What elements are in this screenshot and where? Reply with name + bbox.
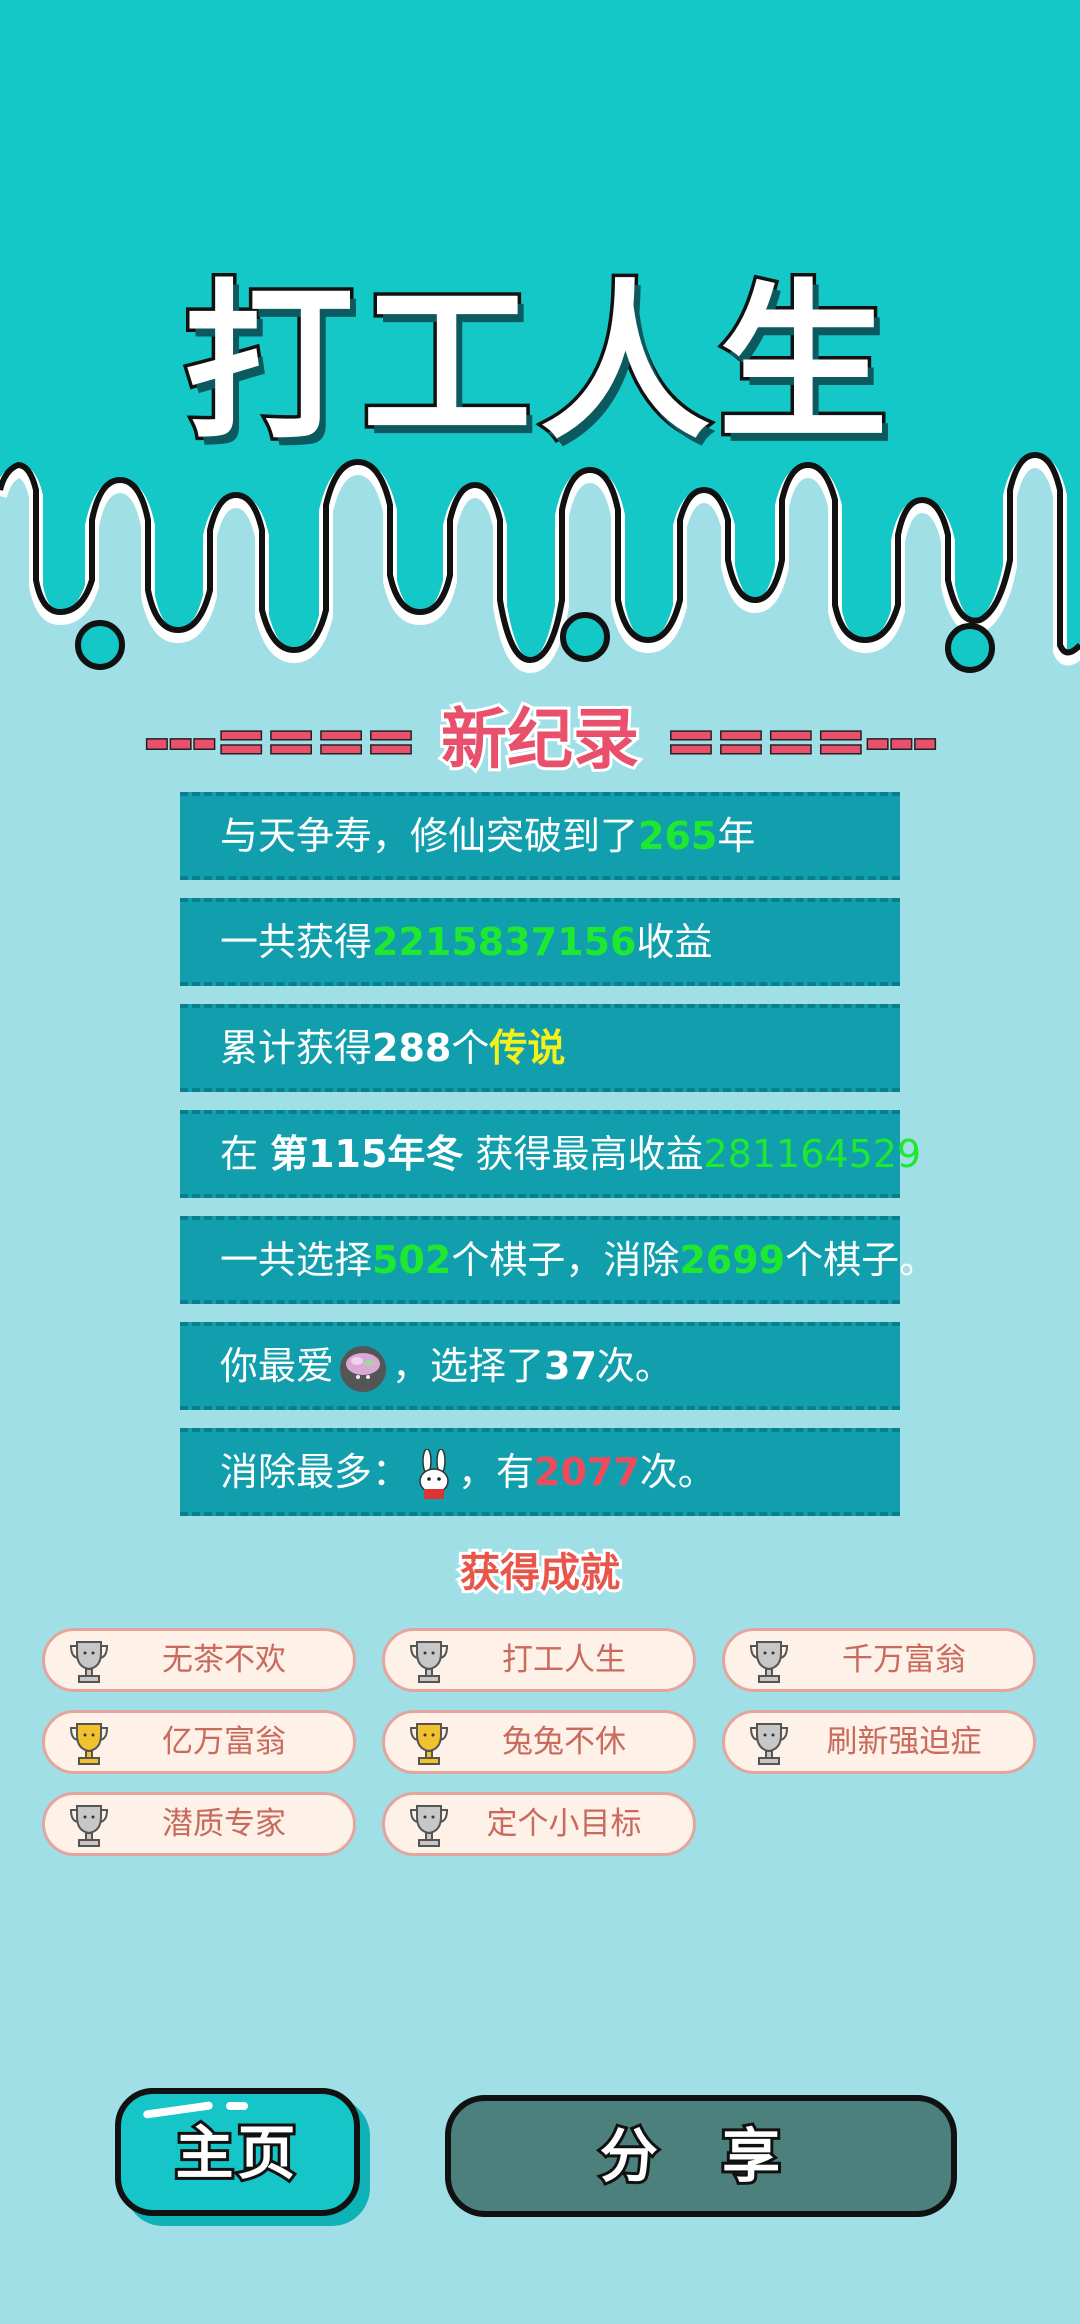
record-deco-left: ---==== (143, 703, 419, 779)
stat-text: 年 (717, 814, 756, 858)
stat-text: ，有 (458, 1450, 535, 1494)
stat-lifespan: 与天争寿，修仙突破到了265年 (180, 792, 900, 880)
achievement-badge[interactable]: 定个小目标 (382, 1792, 696, 1856)
legendary-tag: 传说 (489, 1026, 566, 1070)
stat-total-income: 一共获得2215837156收益 (180, 898, 900, 986)
achievement-badge[interactable]: 无茶不欢 (42, 1628, 356, 1692)
record-deco-right: ====--- (664, 703, 940, 779)
silver-trophy-icon (69, 1805, 109, 1847)
stat-text: 次。 (639, 1450, 716, 1494)
silver-trophy-icon (749, 1641, 789, 1683)
stat-value-selected: 502 (372, 1238, 452, 1282)
achievement-label: 兔兔不休 (502, 1724, 626, 1760)
game-title: 打工人生 (180, 262, 896, 467)
share-button[interactable]: 分 享 (445, 2095, 957, 2217)
stat-text: 在 (220, 1132, 271, 1176)
achievement-label: 潜质专家 (162, 1806, 286, 1842)
silver-trophy-icon (69, 1641, 109, 1683)
stat-text: ，选择了 (392, 1344, 545, 1388)
stat-value: 265 (638, 814, 718, 858)
share-button-label: 分 享 (597, 2119, 803, 2193)
stat-text: 个 (451, 1026, 490, 1070)
new-record-title: 新纪录 (438, 698, 642, 781)
season-label: 第115年冬 (270, 1132, 464, 1176)
stat-text: 你最爱 (220, 1344, 335, 1388)
stat-value: 2215837156 (372, 920, 637, 964)
achievement-badge[interactable]: 亿万富翁 (42, 1710, 356, 1774)
achievement-badge[interactable]: 兔兔不休 (382, 1710, 696, 1774)
achievement-label: 刷新强迫症 (826, 1724, 982, 1760)
achievement-label: 千万富翁 (842, 1642, 966, 1678)
home-button[interactable]: 主页 (115, 2088, 360, 2216)
silver-trophy-icon (749, 1723, 789, 1765)
stat-best-season: 在 第115年冬 获得最高收益281164529 (180, 1110, 921, 1198)
achievement-badge[interactable]: 潜质专家 (42, 1792, 356, 1856)
coin-pile-icon (340, 1345, 387, 1392)
achievement-badge[interactable]: 刷新强迫症 (722, 1710, 1036, 1774)
achievement-badge[interactable]: 打工人生 (382, 1628, 696, 1692)
stat-text: 累计获得 (220, 1026, 373, 1070)
achievements-title: 获得成就 (457, 1547, 623, 1599)
stat-value: 37 (544, 1344, 597, 1388)
stat-text: 获得最高收益 (463, 1132, 704, 1176)
stat-text: 与天争寿，修仙突破到了 (220, 814, 639, 858)
home-button-label: 主页 (172, 2116, 300, 2190)
stat-text: 一共获得 (220, 920, 373, 964)
achievement-label: 打工人生 (502, 1642, 626, 1678)
stat-value-cleared: 2699 (679, 1238, 786, 1282)
achievement-label: 亿万富翁 (162, 1724, 286, 1760)
achievement-label: 定个小目标 (486, 1806, 642, 1842)
stat-text: 次。 (596, 1344, 673, 1388)
stat-most-cleared: 消除最多： ，有2077次。 (180, 1428, 900, 1516)
new-record-header: ---==== 新纪录 ====--- (0, 698, 1080, 781)
stat-text: 一共选择 (220, 1238, 373, 1282)
stat-pieces: 一共选择502个棋子，消除2699个棋子。 (180, 1216, 937, 1304)
stat-favorite: 你最爱 ，选择了37次。 (180, 1322, 900, 1410)
achievement-badge[interactable]: 千万富翁 (722, 1628, 1036, 1692)
stat-value: 2077 (534, 1450, 640, 1494)
gold-trophy-icon (409, 1723, 449, 1765)
stat-text: 收益 (636, 920, 713, 964)
silver-trophy-icon (409, 1805, 449, 1847)
stat-value: 288 (372, 1026, 452, 1070)
stat-text: 个棋子。 (785, 1238, 938, 1282)
rabbit-icon (419, 1448, 449, 1499)
stat-text: 消除最多： (220, 1450, 411, 1494)
gold-trophy-icon (69, 1723, 109, 1765)
stat-value: 281164529 (703, 1132, 922, 1176)
silver-trophy-icon (409, 1641, 449, 1683)
achievement-label: 无茶不欢 (162, 1642, 286, 1678)
stat-legendary-count: 累计获得288个传说 (180, 1004, 900, 1092)
stat-text: 个棋子，消除 (451, 1238, 680, 1282)
